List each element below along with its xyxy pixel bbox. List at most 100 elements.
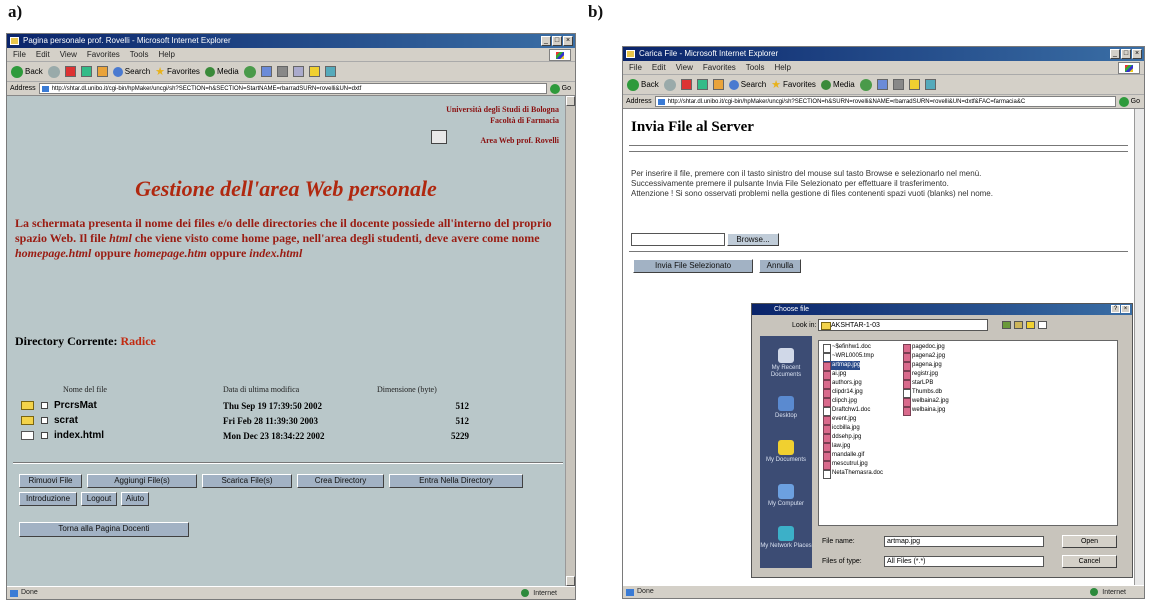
- home-icon[interactable]: [712, 79, 724, 90]
- address-input[interactable]: http://shtar.dl.unibo.it/cgi-bin/hpMaker…: [38, 83, 547, 94]
- list-item[interactable]: ~WRL0005.tmp: [823, 352, 874, 362]
- print-icon[interactable]: [892, 79, 904, 90]
- close-button[interactable]: ×: [563, 36, 573, 46]
- remove-file-button[interactable]: Rimuovi File: [19, 474, 82, 488]
- refresh-icon[interactable]: [80, 66, 92, 77]
- forward-button[interactable]: [663, 78, 676, 91]
- back-icon[interactable]: [1002, 321, 1011, 329]
- dialog-close-button[interactable]: ×: [1121, 305, 1130, 313]
- list-item[interactable]: registr.jpg: [903, 370, 938, 380]
- menu-help[interactable]: Help: [158, 48, 174, 61]
- logout-button[interactable]: Logout: [81, 492, 117, 506]
- stop-icon[interactable]: [680, 79, 692, 90]
- messenger-icon[interactable]: [924, 79, 936, 90]
- dialog-cancel-button[interactable]: Cancel: [1062, 555, 1117, 568]
- place-network[interactable]: My Network Places: [760, 526, 812, 550]
- search-button[interactable]: Search: [728, 79, 766, 90]
- up-folder-icon[interactable]: [1014, 321, 1023, 329]
- search-button[interactable]: Search: [112, 66, 150, 77]
- browse-button[interactable]: Browse...: [727, 233, 779, 246]
- menu-edit[interactable]: Edit: [652, 61, 666, 74]
- file-path-input[interactable]: [631, 233, 725, 246]
- send-file-button[interactable]: Invia File Selezionato: [633, 259, 753, 273]
- folder-icon[interactable]: [908, 79, 920, 90]
- place-my-documents[interactable]: My Documents: [760, 440, 812, 464]
- menu-favorites[interactable]: Favorites: [703, 61, 736, 74]
- file-row[interactable]: PrcrsMat Thu Sep 19 17:39:50 2002 512: [21, 399, 471, 413]
- open-button[interactable]: Open: [1062, 535, 1117, 548]
- place-my-computer[interactable]: My Computer: [760, 484, 812, 508]
- view-menu-icon[interactable]: [1038, 321, 1047, 329]
- filetype-select[interactable]: All Files (*.*): [884, 556, 1044, 567]
- back-button[interactable]: Back: [627, 78, 659, 91]
- cancel-button[interactable]: Annulla: [759, 259, 801, 273]
- new-folder-icon[interactable]: [1026, 321, 1035, 329]
- scroll-down-button[interactable]: [566, 576, 575, 586]
- add-files-button[interactable]: Aggiungi File(s): [87, 474, 197, 488]
- edit-icon[interactable]: [292, 66, 304, 77]
- list-item[interactable]: event.jpg: [823, 415, 856, 425]
- list-item[interactable]: Draftchw1.doc: [823, 406, 870, 416]
- list-item[interactable]: ddsehp.jpg: [823, 433, 861, 443]
- list-item[interactable]: NetaThemasra.doc: [823, 469, 883, 479]
- vertical-scrollbar[interactable]: [565, 96, 575, 586]
- menu-help[interactable]: Help: [774, 61, 790, 74]
- minimize-button[interactable]: _: [1110, 49, 1120, 59]
- help-button[interactable]: Aiuto: [121, 492, 149, 506]
- dialog-title-bar[interactable]: Choose file ? ×: [752, 304, 1132, 315]
- go-button[interactable]: Go: [1118, 96, 1144, 107]
- menu-file[interactable]: File: [13, 48, 26, 61]
- scroll-up-button[interactable]: [566, 96, 575, 106]
- back-to-teachers-button[interactable]: Torna alla Pagina Docenti: [19, 522, 189, 537]
- list-item[interactable]: starLPB: [903, 379, 933, 389]
- media-button[interactable]: Media: [204, 66, 239, 77]
- intro-button[interactable]: Introduzione: [19, 492, 77, 506]
- media-button[interactable]: Media: [820, 79, 855, 90]
- title-bar[interactable]: Carica File - Microsoft Internet Explore…: [623, 47, 1144, 61]
- back-button[interactable]: Back: [11, 65, 43, 78]
- list-item[interactable]: ~$efinhw1.doc: [823, 343, 871, 353]
- file-checkbox[interactable]: [41, 432, 48, 439]
- enter-directory-button[interactable]: Entra Nella Directory: [389, 474, 523, 488]
- file-name[interactable]: PrcrsMat: [54, 399, 97, 413]
- file-row[interactable]: scrat Fri Feb 28 11:39:30 2003 512: [21, 414, 471, 428]
- list-item[interactable]: mescutrul.jpg: [823, 460, 868, 470]
- file-checkbox[interactable]: [41, 402, 48, 409]
- list-item[interactable]: authors.jpg: [823, 379, 862, 389]
- create-directory-button[interactable]: Crea Directory: [297, 474, 384, 488]
- address-input[interactable]: http://shtar.dl.unibo.it/cgi-bin/hpMaker…: [654, 96, 1116, 107]
- folder-icon[interactable]: [308, 66, 320, 77]
- menu-edit[interactable]: Edit: [36, 48, 50, 61]
- list-item[interactable]: iccbilla.jpg: [823, 424, 860, 434]
- file-row[interactable]: index.html Mon Dec 23 18:34:22 2002 5229: [21, 429, 471, 443]
- print-icon[interactable]: [276, 66, 288, 77]
- close-button[interactable]: ×: [1132, 49, 1142, 59]
- list-item-selected[interactable]: artmap.jpg: [823, 361, 861, 371]
- dialog-help-button[interactable]: ?: [1111, 305, 1120, 313]
- file-name[interactable]: scrat: [54, 414, 78, 428]
- file-name[interactable]: index.html: [54, 429, 104, 443]
- vertical-scrollbar[interactable]: [1134, 109, 1144, 585]
- maximize-button[interactable]: □: [1121, 49, 1131, 59]
- maximize-button[interactable]: □: [552, 36, 562, 46]
- list-item[interactable]: pagena2.jpg: [903, 352, 945, 362]
- menu-file[interactable]: File: [629, 61, 642, 74]
- place-desktop[interactable]: Desktop: [760, 396, 812, 420]
- list-item[interactable]: pagedoc.jpg: [903, 343, 945, 353]
- favorites-button[interactable]: ★ Favorites: [771, 78, 816, 91]
- menu-favorites[interactable]: Favorites: [87, 48, 120, 61]
- file-checkbox[interactable]: [41, 417, 48, 424]
- menu-view[interactable]: View: [676, 61, 693, 74]
- list-item[interactable]: welbaina2.jpg: [903, 397, 949, 407]
- place-recent[interactable]: My Recent Documents: [760, 348, 812, 379]
- menu-view[interactable]: View: [60, 48, 77, 61]
- area-web-link[interactable]: Area Web prof. Rovelli: [480, 136, 559, 145]
- list-item[interactable]: pagena.jpg: [903, 361, 942, 371]
- refresh-icon[interactable]: [696, 79, 708, 90]
- home-icon[interactable]: [96, 66, 108, 77]
- history-icon[interactable]: [243, 65, 256, 78]
- list-item[interactable]: clipdr14.jpg: [823, 388, 863, 398]
- list-item[interactable]: ai.jpg: [823, 370, 846, 380]
- look-in-select[interactable]: AKSHTAR-1-03: [818, 319, 988, 331]
- filename-input[interactable]: artmap.jpg: [884, 536, 1044, 547]
